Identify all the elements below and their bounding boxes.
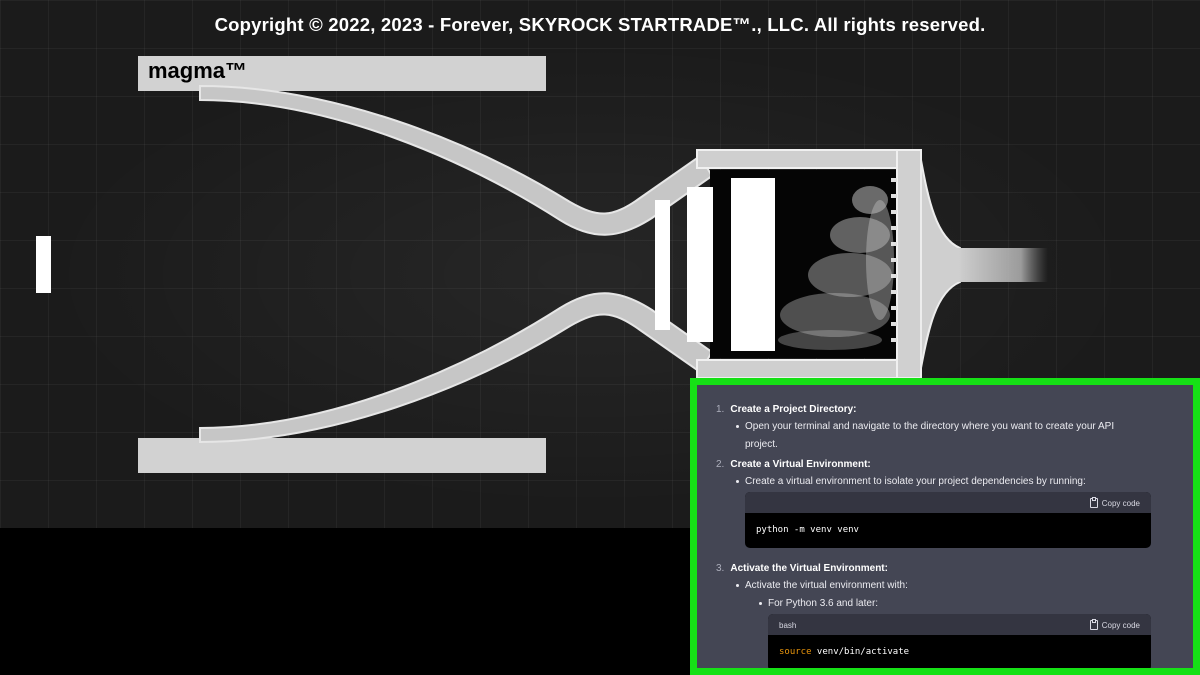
step-2-bullet: Create a virtual environment to isolate … <box>736 473 1086 491</box>
code-block-header: bash Copy code <box>768 614 1151 635</box>
copy-code-button[interactable]: Copy code <box>1089 619 1140 630</box>
code-argument: venv/bin/activate <box>811 647 910 657</box>
chamber-bottom-rail <box>696 359 904 379</box>
step-title: Create a Virtual Environment: <box>730 459 871 470</box>
step-1-bullet: Open your terminal and navigate to the d… <box>735 418 1114 436</box>
code-block-activate: bash Copy code source venv/bin/activate <box>768 614 1151 668</box>
step-1-bullet-continued: project. <box>745 439 778 450</box>
step-1-heading: 1. Create a Project Directory: <box>716 404 857 415</box>
step-3-bullet: Activate the virtual environment with: <box>736 577 908 595</box>
step-title: Create a Project Directory: <box>730 404 857 415</box>
chamber-top-rail <box>696 149 904 169</box>
code-language-label: bash <box>779 621 797 630</box>
lower-nozzle-wall <box>199 292 714 444</box>
code-text: python -m venv venv <box>756 525 859 535</box>
step-2-heading: 2. Create a Virtual Environment: <box>716 459 871 470</box>
step-3-heading: 3. Activate the Virtual Environment: <box>716 563 888 574</box>
upper-nozzle-wall <box>199 84 714 236</box>
step-number: 3. <box>716 563 725 574</box>
code-text: source venv/bin/activate <box>768 635 1151 668</box>
plate-medium <box>687 187 713 342</box>
plate-small <box>655 200 670 330</box>
chamber-end-cap <box>896 149 922 379</box>
copy-code-label: Copy code <box>1101 498 1140 508</box>
step-number: 1. <box>716 404 725 415</box>
step-title: Activate the Virtual Environment: <box>730 563 888 574</box>
exhaust-plume <box>958 248 1048 282</box>
exhaust-bell <box>920 159 961 369</box>
clipboard-icon <box>1089 619 1098 630</box>
step-number: 2. <box>716 459 725 470</box>
step-3-sub-bullet: For Python 3.6 and later: <box>758 595 878 613</box>
setup-instructions-panel: 1. Create a Project Directory: Open your … <box>690 378 1200 675</box>
clipboard-icon <box>1089 497 1098 508</box>
code-keyword: source <box>779 647 812 657</box>
code-block-header: Copy code <box>745 492 1151 513</box>
copy-code-button[interactable]: Copy code <box>1089 497 1140 508</box>
code-block-venv: Copy code python -m venv venv <box>745 492 1151 548</box>
plate-large <box>731 178 775 351</box>
copy-code-label: Copy code <box>1101 620 1140 630</box>
